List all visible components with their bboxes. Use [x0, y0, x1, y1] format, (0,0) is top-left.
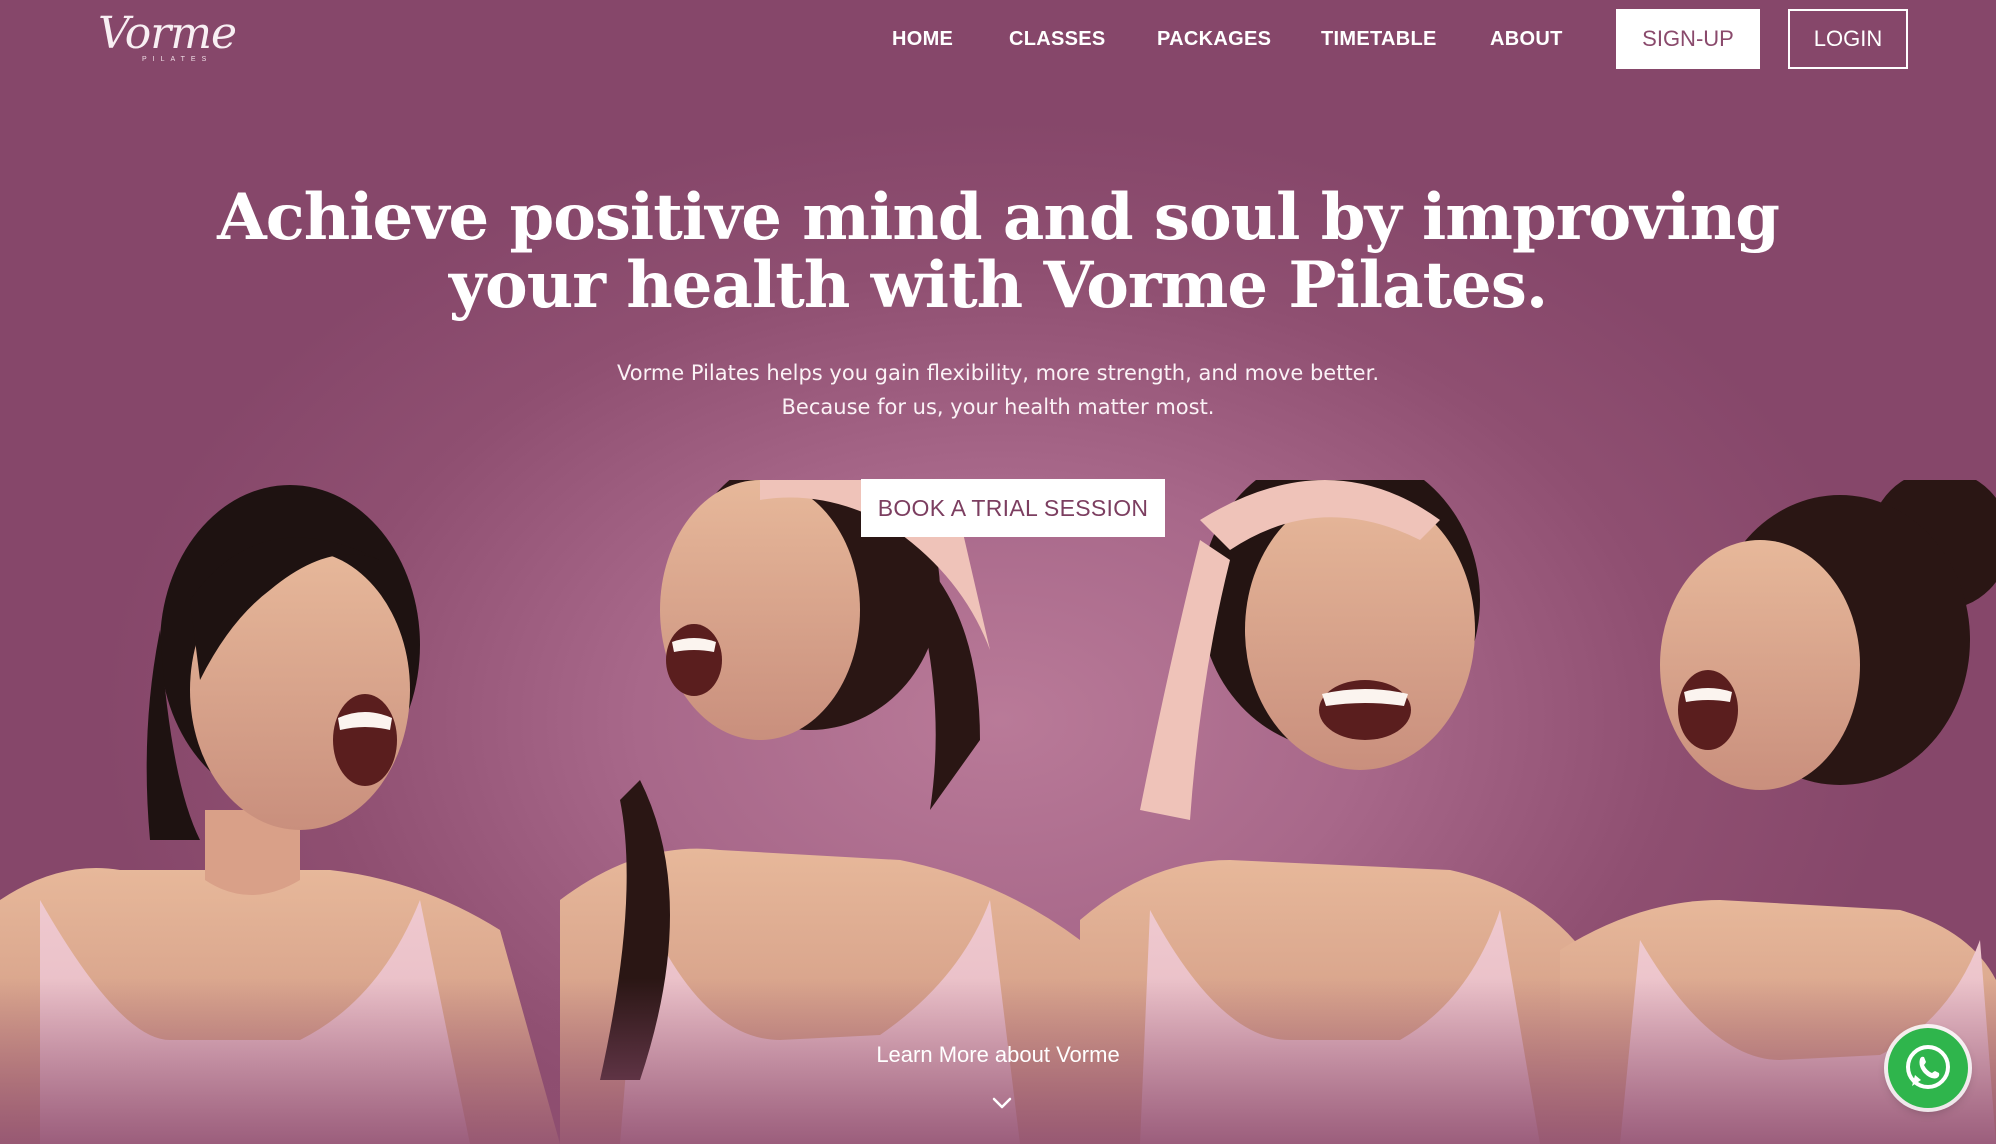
nav-item-classes[interactable]: CLASSES: [1009, 26, 1106, 52]
woman-1: [0, 485, 560, 1144]
landing-page: Vorme PILATES HOME CLASSES PACKAGES TIME…: [0, 0, 1996, 1144]
nav-item-timetable[interactable]: TIMETABLE: [1321, 26, 1437, 52]
nav-item-home[interactable]: HOME: [892, 26, 953, 52]
learn-more-link[interactable]: Learn More about Vorme: [798, 1040, 1198, 1070]
site-header: Vorme PILATES HOME CLASSES PACKAGES TIME…: [0, 0, 1996, 80]
login-button[interactable]: LOGIN: [1788, 9, 1908, 69]
logo-subtext: PILATES: [142, 56, 213, 63]
hero-headline: Achieve positive mind and soul by improv…: [217, 180, 1780, 323]
hero-subtext: Vorme Pilates helps you gain flexibility…: [398, 356, 1598, 424]
nav-item-about[interactable]: ABOUT: [1490, 26, 1563, 52]
chevron-down-icon[interactable]: [990, 1094, 1014, 1112]
signup-button[interactable]: SIGN-UP: [1616, 9, 1760, 69]
hero-subtext-line-2: Because for us, your health matter most.: [781, 395, 1215, 419]
hero-subtext-line-1: Vorme Pilates helps you gain flexibility…: [617, 361, 1379, 385]
book-trial-button[interactable]: BOOK A TRIAL SESSION: [861, 479, 1165, 537]
whatsapp-icon[interactable]: [1888, 1028, 1968, 1108]
nav-item-packages[interactable]: PACKAGES: [1157, 26, 1271, 52]
